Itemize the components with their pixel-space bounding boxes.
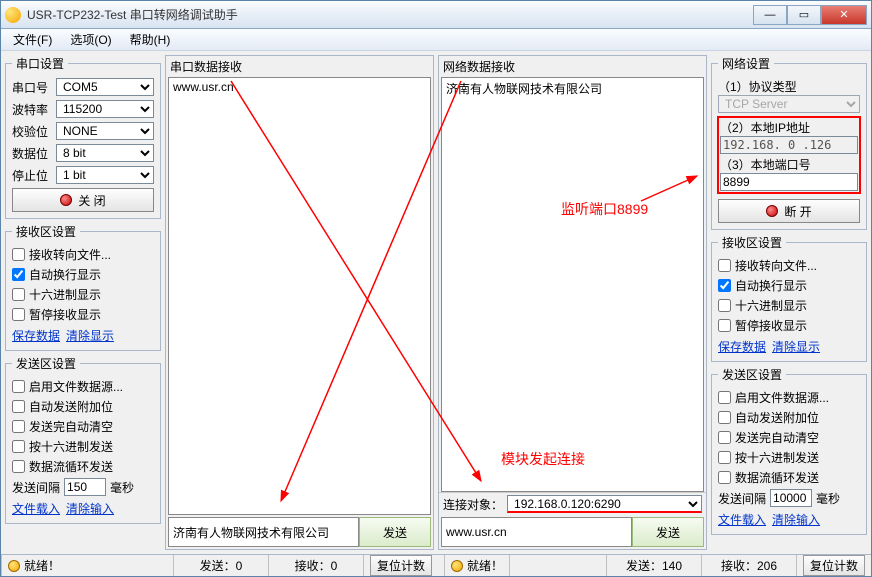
local-port-label: （3）本地端口号 xyxy=(720,156,858,173)
baud-select[interactable]: 115200 xyxy=(56,100,154,118)
clear-display-link-r[interactable]: 清除显示 xyxy=(772,340,820,354)
reset-count-left[interactable]: 复位计数 xyxy=(370,555,432,576)
record-icon xyxy=(766,205,778,217)
status-send-left: 发送：0 xyxy=(173,555,268,576)
status-recv-right: 接收：206 xyxy=(701,555,796,576)
menubar: 文件(F) 选项(O) 帮助(H) xyxy=(1,29,871,51)
auto-clear-check-r[interactable] xyxy=(718,431,731,444)
menu-options[interactable]: 选项(O) xyxy=(62,29,119,50)
recv-area-settings-left: 接收区设置 接收转向文件... 自动换行显示 十六进制显示 暂停接收显示 保存数… xyxy=(5,223,161,351)
serial-recv-label: 串口数据接收 xyxy=(166,56,433,77)
data-bits-select[interactable]: 8 bit xyxy=(56,144,154,162)
statusbar: 就绪！ 发送：0 接收：0 复位计数 就绪！ 发送：140 接收：206 复位计… xyxy=(1,554,871,576)
auto-wrap-check-r[interactable] xyxy=(718,279,731,292)
serial-send-input[interactable] xyxy=(168,517,359,547)
pause-recv-check-r[interactable] xyxy=(718,319,731,332)
conn-target-label: 连接对象： xyxy=(443,496,503,513)
auto-extra-check-r[interactable] xyxy=(718,411,731,424)
send-interval-input-right[interactable] xyxy=(770,489,812,507)
save-data-link[interactable]: 保存数据 xyxy=(12,329,60,343)
loop-send-check[interactable] xyxy=(12,460,25,473)
menu-file[interactable]: 文件(F) xyxy=(5,29,60,50)
clear-display-link[interactable]: 清除显示 xyxy=(66,329,114,343)
clear-input-link[interactable]: 清除输入 xyxy=(66,502,114,516)
status-icon xyxy=(451,560,463,572)
reset-count-right[interactable]: 复位计数 xyxy=(803,555,865,576)
send-area-settings-right: 发送区设置 启用文件数据源... 自动发送附加位 发送完自动清空 按十六进制发送… xyxy=(711,366,867,535)
status-ready-left: 就绪！ xyxy=(24,557,60,574)
send-area-settings-left: 发送区设置 启用文件数据源... 自动发送附加位 发送完自动清空 按十六进制发送… xyxy=(5,355,161,524)
window-title: USR-TCP232-Test 串口转网络调试助手 xyxy=(27,6,753,23)
recv-area-settings-right: 接收区设置 接收转向文件... 自动换行显示 十六进制显示 暂停接收显示 保存数… xyxy=(711,234,867,362)
net-send-button[interactable]: 发送 xyxy=(632,517,704,547)
maximize-button[interactable]: ▭ xyxy=(787,5,821,25)
clear-input-link-r[interactable]: 清除输入 xyxy=(772,513,820,527)
net-recv-label: 网络数据接收 xyxy=(439,56,706,77)
serial-send-button[interactable]: 发送 xyxy=(359,517,431,547)
record-icon xyxy=(60,194,72,206)
minimize-button[interactable]: — xyxy=(753,5,787,25)
local-ip-input xyxy=(720,136,858,154)
hex-send-check-r[interactable] xyxy=(718,451,731,464)
file-load-link[interactable]: 文件载入 xyxy=(12,502,60,516)
net-recv-panel: 网络数据接收 济南有人物联网技术有限公司 连接对象： 192.168.0.120… xyxy=(438,55,707,550)
conn-target-select[interactable]: 192.168.0.120:6290 xyxy=(507,495,702,513)
serial-recv-text[interactable]: www.usr.cn xyxy=(168,77,431,515)
close-button[interactable]: ✕ xyxy=(821,5,867,25)
auto-wrap-check[interactable] xyxy=(12,268,25,281)
status-send-right: 发送：140 xyxy=(606,555,701,576)
loop-send-check-r[interactable] xyxy=(718,471,731,484)
net-settings: 网络设置 （1）协议类型 TCP Server （2）本地IP地址 （3）本地端… xyxy=(711,55,867,230)
menu-help[interactable]: 帮助(H) xyxy=(122,29,179,50)
local-ip-label: （2）本地IP地址 xyxy=(720,119,858,136)
auto-clear-check[interactable] xyxy=(12,420,25,433)
file-load-link-r[interactable]: 文件载入 xyxy=(718,513,766,527)
recv-to-file-check-r[interactable] xyxy=(718,259,731,272)
status-recv-left: 接收：0 xyxy=(268,555,363,576)
proto-label: （1）协议类型 xyxy=(718,78,860,95)
pause-recv-check[interactable] xyxy=(12,308,25,321)
net-recv-text[interactable]: 济南有人物联网技术有限公司 xyxy=(441,77,704,492)
local-port-input[interactable] xyxy=(720,173,858,191)
serial-recv-panel: 串口数据接收 www.usr.cn 发送 xyxy=(165,55,434,550)
file-src-check[interactable] xyxy=(12,380,25,393)
net-send-input[interactable] xyxy=(441,517,632,547)
hex-display-check[interactable] xyxy=(12,288,25,301)
serial-port-select[interactable]: COM5 xyxy=(56,78,154,96)
parity-select[interactable]: NONE xyxy=(56,122,154,140)
send-interval-input-left[interactable] xyxy=(64,478,106,496)
proto-select: TCP Server xyxy=(718,95,860,113)
app-icon xyxy=(5,7,21,23)
file-src-check-r[interactable] xyxy=(718,391,731,404)
titlebar: USR-TCP232-Test 串口转网络调试助手 — ▭ ✕ xyxy=(1,1,871,29)
serial-close-button[interactable]: 关 闭 xyxy=(12,188,154,212)
auto-extra-check[interactable] xyxy=(12,400,25,413)
net-disconnect-button[interactable]: 断 开 xyxy=(718,199,860,223)
hex-display-check-r[interactable] xyxy=(718,299,731,312)
status-icon xyxy=(8,560,20,572)
recv-to-file-check[interactable] xyxy=(12,248,25,261)
stop-bits-select[interactable]: 1 bit xyxy=(56,166,154,184)
hex-send-check[interactable] xyxy=(12,440,25,453)
save-data-link-r[interactable]: 保存数据 xyxy=(718,340,766,354)
serial-settings: 串口设置 串口号COM5 波特率115200 校验位NONE 数据位8 bit … xyxy=(5,55,161,219)
status-ready-right: 就绪！ xyxy=(467,557,503,574)
